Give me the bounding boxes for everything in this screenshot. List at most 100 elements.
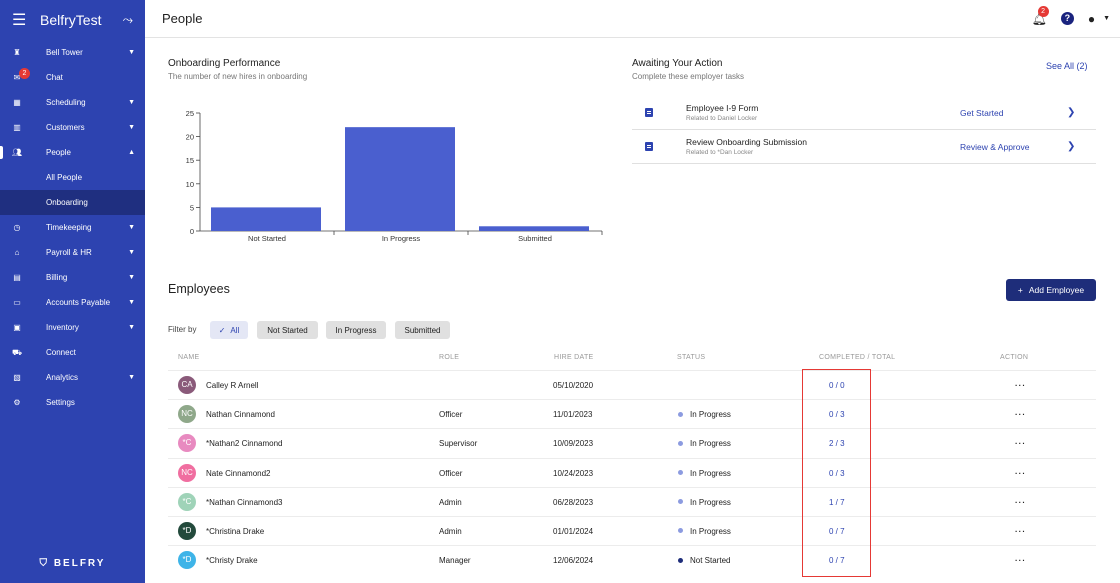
sidebar-subitem-all-people[interactable]: All People <box>0 165 145 190</box>
calendar-icon: ▦ <box>13 98 21 107</box>
sidebar-nav: ♜ Bell Tower ▼ ✉ 2 Chat ▦ Scheduling ▼ ▥ Customers… <box>0 40 145 415</box>
sidebar-item-bell-tower[interactable]: ♜ Bell Tower ▼ <box>0 40 145 65</box>
employee-name[interactable]: Nathan Cinnamond <box>206 400 275 429</box>
sidebar-item-label: Analytics <box>46 373 79 382</box>
sidebar-item-accounts-payable[interactable]: ▭ Accounts Payable ▼ <box>0 290 145 315</box>
see-all-link[interactable]: See All (2) <box>1046 61 1088 71</box>
column-header-status[interactable]: STATUS <box>677 354 705 361</box>
column-header-completed-total[interactable]: COMPLETED / TOTAL <box>819 354 895 361</box>
column-header-role[interactable]: ROLE <box>439 354 459 361</box>
sidebar-item-label: Scheduling <box>46 98 86 107</box>
sidebar-item-scheduling[interactable]: ▦ Scheduling ▼ <box>0 90 145 115</box>
notification-count-badge: 2 <box>1037 5 1049 17</box>
employee-name[interactable]: *Nathan Cinnamond3 <box>206 488 283 517</box>
sidebar-subitem-onboarding[interactable]: Onboarding <box>0 190 145 215</box>
more-actions-icon[interactable]: ··· <box>1015 546 1026 575</box>
chat-unread-badge: 2 <box>19 67 30 79</box>
sidebar-item-payroll-hr[interactable]: ⌂ Payroll & HR ▼ <box>0 240 145 265</box>
column-header-action: ACTION <box>1000 354 1029 361</box>
chevron-down-icon: ▼ <box>128 124 135 131</box>
employee-role: Officer <box>439 468 463 478</box>
table-row[interactable]: NC Nate Cinnamond2 Officer 10/24/2023 In Pro… <box>168 457 1096 488</box>
chevron-down-icon: ▼ <box>128 274 135 281</box>
sidebar-item-label: Billing <box>46 273 68 282</box>
sidebar-item-timekeeping[interactable]: ◷ Timekeeping ▼ <box>0 215 145 240</box>
sidebar-item-label: Bell Tower <box>46 48 83 57</box>
chevron-right-icon[interactable]: ❯ <box>1067 107 1096 118</box>
employee-role: Supervisor <box>439 439 478 449</box>
action-item-i9[interactable]: Employee I-9 Form Related to Daniel Lock… <box>632 96 1096 130</box>
table-row[interactable]: *C *Nathan2 Cinnamond Supervisor 10/09/2023… <box>168 428 1096 457</box>
employee-name[interactable]: Nate Cinnamond2 <box>206 459 270 488</box>
employee-name[interactable]: *Christina Drake <box>206 517 264 546</box>
y-tick-label: 20 <box>186 133 194 142</box>
avatar: *D <box>178 522 196 540</box>
document-icon <box>645 142 653 151</box>
account-icon[interactable]: ● <box>1088 12 1095 26</box>
more-actions-icon[interactable]: ··· <box>1015 488 1026 517</box>
more-actions-icon[interactable]: ··· <box>1015 400 1026 429</box>
chevron-right-icon[interactable]: ❯ <box>1067 141 1096 152</box>
filter-chip-submitted[interactable]: Submitted <box>395 321 450 339</box>
column-header-name[interactable]: NAME <box>178 354 199 361</box>
employee-name[interactable]: Calley R Arnell <box>206 371 258 400</box>
chevron-down-icon: ▼ <box>128 324 135 331</box>
action-item-review[interactable]: Review Onboarding Submission Related to … <box>632 130 1096 164</box>
employee-role: Officer <box>439 410 463 420</box>
status-badge: Not Started <box>678 546 730 575</box>
filter-chip-not-started[interactable]: Not Started <box>257 321 318 339</box>
sidebar-item-label: Settings <box>46 398 75 407</box>
sidebar-item-chat[interactable]: ✉ 2 Chat <box>0 65 145 90</box>
table-row[interactable]: *D *Christy Drake Manager 12/06/2024 Not Sta… <box>168 545 1096 574</box>
sidebar-item-label: Connect <box>46 348 76 357</box>
sidebar-item-customers[interactable]: ▥ Customers ▼ <box>0 115 145 140</box>
help-icon[interactable]: ? <box>1060 12 1074 25</box>
document-icon <box>645 108 653 117</box>
collapse-sidebar-icon[interactable]: ⤳ <box>123 12 133 28</box>
account-menu-chevron-down-icon[interactable]: ▼ <box>1103 15 1110 22</box>
awaiting-action-subtitle: Complete these employer tasks <box>632 72 745 81</box>
analytics-icon: ▧ <box>13 373 21 382</box>
sidebar-item-analytics[interactable]: ▧ Analytics ▼ <box>0 365 145 390</box>
sidebar-item-billing[interactable]: ▤ Billing ▼ <box>0 265 145 290</box>
sidebar-item-connect[interactable]: ⛟ Connect <box>0 340 145 365</box>
completed-column-highlight <box>802 369 871 577</box>
hamburger-menu-icon[interactable]: ☰ <box>12 10 32 30</box>
action-item-title: Review Onboarding Submission <box>686 137 807 147</box>
employee-name[interactable]: *Christy Drake <box>206 546 258 575</box>
get-started-link[interactable]: Get Started <box>960 108 1067 118</box>
employee-role: Admin <box>439 497 462 507</box>
invoice-icon: ▤ <box>13 273 21 282</box>
add-employee-button[interactable]: + Add Employee <box>1006 279 1096 301</box>
table-row[interactable]: NC Nathan Cinnamond Officer 11/01/2023 In Pr… <box>168 399 1096 428</box>
bank-icon: ⌂ <box>14 248 20 257</box>
card-icon: ▭ <box>13 298 21 307</box>
building-icon: ▥ <box>13 123 21 132</box>
sidebar-item-people[interactable]: 👥︎ People ▲ <box>0 140 145 165</box>
more-actions-icon[interactable]: ··· <box>1015 371 1026 400</box>
employee-role: Admin <box>439 527 462 536</box>
status-dot-icon <box>678 528 683 534</box>
filter-chip-in-progress[interactable]: In Progress <box>326 321 386 339</box>
table-row[interactable]: CA Calley R Arnell 05/10/2020 0 / 0 ··· <box>168 370 1096 399</box>
more-actions-icon[interactable]: ··· <box>1015 459 1026 488</box>
employee-name[interactable]: *Nathan2 Cinnamond <box>206 429 283 458</box>
sidebar-item-settings[interactable]: ⚙ Settings <box>0 390 145 415</box>
more-actions-icon[interactable]: ··· <box>1015 517 1026 546</box>
table-row[interactable]: *C *Nathan Cinnamond3 Admin 06/28/2023 In Pr… <box>168 486 1096 517</box>
sidebar-item-label: Timekeeping <box>46 223 92 232</box>
status-badge: In Progress <box>678 517 731 546</box>
bar-not-started <box>211 207 321 231</box>
people-icon: 👥︎ <box>11 148 23 157</box>
column-header-hire-date[interactable]: HIRE DATE <box>554 354 594 361</box>
filter-chip-all[interactable]: ✓ All <box>210 321 248 339</box>
employee-hire-date: 01/01/2024 <box>553 527 594 536</box>
notifications-bell-icon[interactable]: 🔔︎ 2 <box>1032 5 1049 26</box>
avatar: *D <box>178 551 196 570</box>
table-row[interactable]: *D *Christina Drake Admin 01/01/2024 In Prog… <box>168 516 1096 545</box>
sidebar-item-inventory[interactable]: ▣ Inventory ▼ <box>0 315 145 340</box>
review-approve-link[interactable]: Review & Approve <box>960 142 1067 152</box>
more-actions-icon[interactable]: ··· <box>1015 429 1026 458</box>
sidebar: ☰ BelfryTest ⤳ ♜ Bell Tower ▼ ✉ 2 Chat ▦ Schedu… <box>0 0 145 583</box>
avatar: *C <box>178 492 196 511</box>
